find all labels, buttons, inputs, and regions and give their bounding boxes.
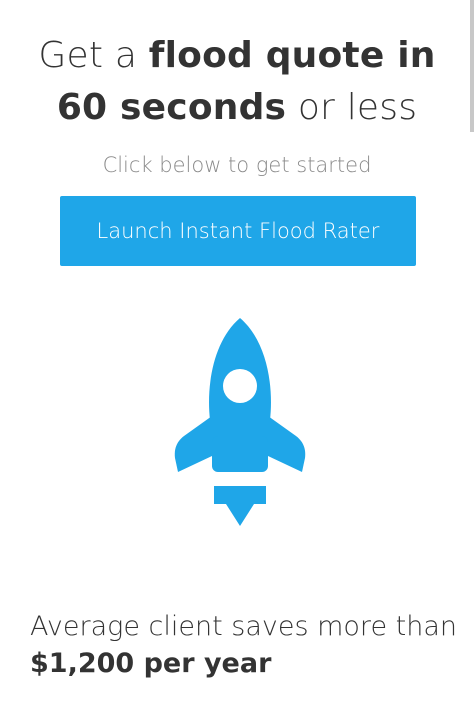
headline-part-2: or less bbox=[286, 87, 418, 128]
savings-statement: Average client saves more than $1,200 pe… bbox=[30, 608, 460, 682]
headline-part-1: Get a bbox=[38, 35, 149, 76]
headline-bold-2: 60 seconds bbox=[56, 87, 287, 128]
savings-amount: $1,200 per year bbox=[30, 648, 272, 679]
launch-instant-flood-rater-button[interactable]: Launch Instant Flood Rater bbox=[60, 196, 416, 266]
headline: Get a flood quote in 60 seconds or less bbox=[0, 30, 474, 134]
rocket-icon bbox=[174, 318, 306, 526]
subtext: Click below to get started bbox=[102, 153, 372, 177]
rocket-window bbox=[223, 369, 257, 403]
headline-bold-1: flood quote in bbox=[148, 35, 436, 76]
savings-prefix: Average client saves more than bbox=[30, 611, 457, 642]
